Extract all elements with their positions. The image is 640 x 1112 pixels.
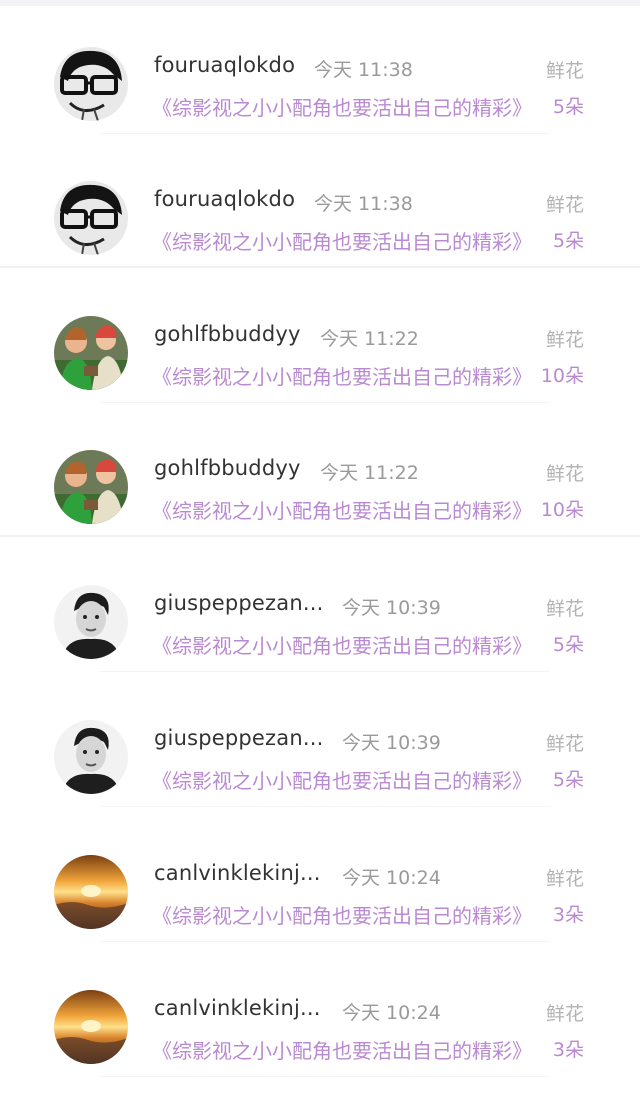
list-item[interactable]: canlvinklekinj... 今天 10:24 《综影视之小小配角也要活出… bbox=[0, 943, 640, 1077]
timestamp: 今天 11:38 bbox=[314, 59, 413, 81]
list-item[interactable]: fouruaqlokdo 今天 11:38 《综影视之小小配角也要活出自己的精彩… bbox=[0, 0, 640, 134]
book-title-link[interactable]: 《综影视之小小配角也要活出自己的精彩》 bbox=[152, 900, 534, 929]
gift-count: 5朵 bbox=[552, 769, 584, 791]
book-title-link[interactable]: 《综影视之小小配角也要活出自己的精彩》 bbox=[152, 630, 534, 659]
gift-count: 5朵 bbox=[552, 230, 584, 252]
list-item[interactable]: fouruaqlokdo 今天 11:38 《综影视之小小配角也要活出自己的精彩… bbox=[0, 134, 640, 268]
timestamp: 今天 11:22 bbox=[320, 462, 419, 484]
list-item[interactable]: giuspeppezan... 今天 10:39 《综影视之小小配角也要活出自己… bbox=[0, 538, 640, 672]
book-title-link[interactable]: 《综影视之小小配角也要活出自己的精彩》 bbox=[152, 495, 534, 524]
row-divider bbox=[0, 266, 640, 268]
gift-count: 10朵 bbox=[540, 499, 584, 521]
gift-type-label: 鲜花 bbox=[545, 60, 584, 82]
row-divider bbox=[100, 671, 550, 672]
username[interactable]: canlvinklekinj... bbox=[154, 861, 321, 885]
two-kids-photo-avatar-icon[interactable] bbox=[54, 316, 128, 390]
timestamp: 今天 10:24 bbox=[342, 1002, 441, 1024]
book-title-link[interactable]: 《综影视之小小配角也要活出自己的精彩》 bbox=[152, 1035, 534, 1064]
row-divider bbox=[100, 1076, 550, 1077]
book-title-link[interactable]: 《综影视之小小配角也要活出自己的精彩》 bbox=[152, 226, 534, 255]
list-item[interactable]: giuspeppezan... 今天 10:39 《综影视之小小配角也要活出自己… bbox=[0, 673, 640, 807]
gift-type-label: 鲜花 bbox=[545, 868, 584, 890]
timestamp: 今天 10:39 bbox=[342, 732, 441, 754]
row-divider bbox=[100, 806, 550, 807]
two-kids-photo-avatar-icon[interactable] bbox=[54, 450, 128, 524]
timestamp: 今天 11:22 bbox=[320, 328, 419, 350]
gift-count: 3朵 bbox=[552, 1039, 584, 1061]
gift-count: 3朵 bbox=[552, 904, 584, 926]
book-title-link[interactable]: 《综影视之小小配角也要活出自己的精彩》 bbox=[152, 361, 534, 390]
username[interactable]: gohlfbbuddyy bbox=[154, 322, 301, 346]
username[interactable]: fouruaqlokdo bbox=[154, 53, 295, 77]
list-item[interactable]: gohlfbbuddyy 今天 11:22 《综影视之小小配角也要活出自己的精彩… bbox=[0, 403, 640, 537]
username[interactable]: canlvinklekinj... bbox=[154, 996, 321, 1020]
glasses-boy-avatar-icon[interactable] bbox=[54, 181, 128, 255]
username[interactable]: fouruaqlokdo bbox=[154, 187, 295, 211]
username[interactable]: giuspeppezan... bbox=[154, 591, 323, 615]
young-man-bw-avatar-icon[interactable] bbox=[54, 720, 128, 794]
username[interactable]: giuspeppezan... bbox=[154, 726, 323, 750]
list-item[interactable]: gohlfbbuddyy 今天 11:22 《综影视之小小配角也要活出自己的精彩… bbox=[0, 269, 640, 403]
gift-type-label: 鲜花 bbox=[545, 1003, 584, 1025]
timestamp: 今天 11:38 bbox=[314, 193, 413, 215]
sunset-clouds-avatar-icon[interactable] bbox=[54, 990, 128, 1064]
young-man-bw-avatar-icon[interactable] bbox=[54, 585, 128, 659]
username[interactable]: gohlfbbuddyy bbox=[154, 456, 301, 480]
gift-type-label: 鲜花 bbox=[545, 463, 584, 485]
timestamp: 今天 10:39 bbox=[342, 597, 441, 619]
row-divider bbox=[0, 535, 640, 537]
timestamp: 今天 10:24 bbox=[342, 867, 441, 889]
gift-count: 5朵 bbox=[552, 634, 584, 656]
glasses-boy-avatar-icon[interactable] bbox=[54, 47, 128, 121]
row-divider bbox=[100, 941, 550, 942]
gift-type-label: 鲜花 bbox=[545, 194, 584, 216]
list-item[interactable]: canlvinklekinj... 今天 10:24 《综影视之小小配角也要活出… bbox=[0, 808, 640, 942]
book-title-link[interactable]: 《综影视之小小配角也要活出自己的精彩》 bbox=[152, 765, 534, 794]
gift-count: 5朵 bbox=[552, 96, 584, 118]
gift-type-label: 鲜花 bbox=[545, 598, 584, 620]
book-title-link[interactable]: 《综影视之小小配角也要活出自己的精彩》 bbox=[152, 92, 534, 121]
gift-count: 10朵 bbox=[540, 365, 584, 387]
sunset-clouds-avatar-icon[interactable] bbox=[54, 855, 128, 929]
gift-type-label: 鲜花 bbox=[545, 329, 584, 351]
gift-type-label: 鲜花 bbox=[545, 733, 584, 755]
